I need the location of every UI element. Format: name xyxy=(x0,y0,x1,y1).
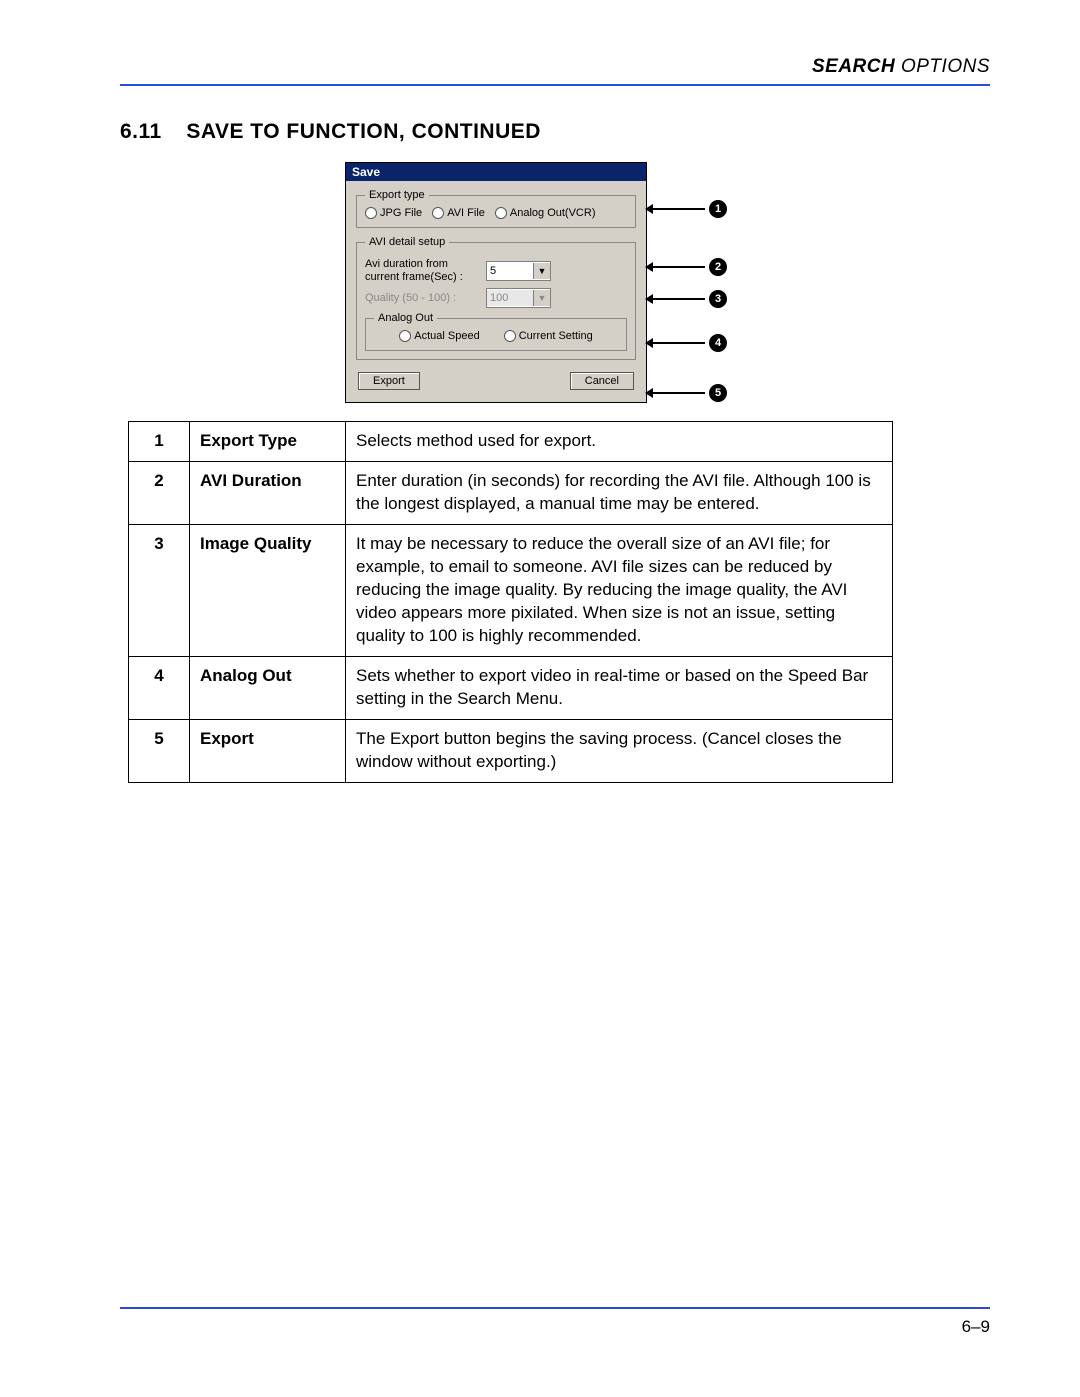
dialog-button-row: Export Cancel xyxy=(356,368,636,390)
row-name: Export Type xyxy=(190,422,346,462)
arrow-left-icon xyxy=(645,204,653,214)
section-title-text: SAVE TO FUNCTION, CONTINUED xyxy=(186,120,541,143)
dialog-body: Export type JPG File AVI File Analog Out… xyxy=(346,181,646,402)
radio-analog[interactable]: Analog Out(VCR) xyxy=(495,207,596,219)
row-description: The Export button begins the saving proc… xyxy=(346,719,893,782)
radio-avi[interactable]: AVI File xyxy=(432,207,485,219)
avi-duration-row: Avi duration from current frame(Sec) : ▼ xyxy=(365,258,627,284)
chevron-down-icon: ▼ xyxy=(533,290,550,306)
row-number: 3 xyxy=(129,525,190,657)
analog-out-legend: Analog Out xyxy=(374,312,437,324)
callout-line xyxy=(653,266,705,268)
row-name: Image Quality xyxy=(190,525,346,657)
quality-label: Quality (50 - 100) : xyxy=(365,292,480,305)
page-number: 6–9 xyxy=(120,1317,990,1337)
callout-number: 4 xyxy=(709,334,727,352)
export-type-group: Export type JPG File AVI File Analog Out… xyxy=(356,189,636,228)
radio-jpg[interactable]: JPG File xyxy=(365,207,422,219)
quality-input xyxy=(487,290,533,306)
callout-number: 3 xyxy=(709,290,727,308)
callout-number: 2 xyxy=(709,258,727,276)
avi-detail-legend: AVI detail setup xyxy=(365,236,449,248)
dialog-figure: Save Export type JPG File AVI File Analo… xyxy=(345,162,765,403)
quality-row: Quality (50 - 100) : ▼ xyxy=(365,288,627,308)
row-description: Sets whether to export video in real-tim… xyxy=(346,656,893,719)
description-table: 1Export TypeSelects method used for expo… xyxy=(128,421,893,782)
callout-line xyxy=(653,208,705,210)
callout-3: 3 xyxy=(645,290,727,308)
table-row: 2AVI DurationEnter duration (in seconds)… xyxy=(129,462,893,525)
arrow-left-icon xyxy=(645,262,653,272)
callout-number: 1 xyxy=(709,200,727,218)
table-row: 5ExportThe Export button begins the savi… xyxy=(129,719,893,782)
radio-icon xyxy=(495,207,507,219)
row-number: 5 xyxy=(129,719,190,782)
row-number: 4 xyxy=(129,656,190,719)
table-row: 4Analog OutSets whether to export video … xyxy=(129,656,893,719)
radio-icon xyxy=(432,207,444,219)
row-name: Export xyxy=(190,719,346,782)
cancel-button[interactable]: Cancel xyxy=(570,372,634,390)
callout-line xyxy=(653,392,705,394)
row-description: Selects method used for export. xyxy=(346,422,893,462)
callout-number: 5 xyxy=(709,384,727,402)
row-number: 2 xyxy=(129,462,190,525)
row-name: Analog Out xyxy=(190,656,346,719)
arrow-left-icon xyxy=(645,388,653,398)
callout-1: 1 xyxy=(645,200,727,218)
footer-rule xyxy=(120,1307,990,1309)
dialog-titlebar: Save xyxy=(346,163,646,181)
header-light: OPTIONS xyxy=(895,56,990,77)
callout-4: 4 xyxy=(645,334,727,352)
avi-detail-group: AVI detail setup Avi duration from curre… xyxy=(356,236,636,360)
arrow-left-icon xyxy=(645,338,653,348)
radio-icon xyxy=(504,330,516,342)
callout-line xyxy=(653,298,705,300)
radio-icon xyxy=(399,330,411,342)
analog-out-options: Actual Speed Current Setting xyxy=(374,330,618,342)
section-heading: 6.11 SAVE TO FUNCTION, CONTINUED xyxy=(120,120,990,144)
quality-combo: ▼ xyxy=(486,288,551,308)
running-header: SEARCH OPTIONS xyxy=(120,56,990,78)
save-dialog: Save Export type JPG File AVI File Analo… xyxy=(345,162,647,403)
section-number: 6.11 xyxy=(120,120,180,144)
radio-actual-speed[interactable]: Actual Speed xyxy=(399,330,479,342)
export-type-legend: Export type xyxy=(365,189,429,201)
header-rule xyxy=(120,84,990,86)
page: SEARCH OPTIONS 6.11 SAVE TO FUNCTION, CO… xyxy=(0,0,1080,1397)
table-row: 1Export TypeSelects method used for expo… xyxy=(129,422,893,462)
radio-icon xyxy=(365,207,377,219)
analog-out-group: Analog Out Actual Speed Current Setting xyxy=(365,312,627,351)
row-description: Enter duration (in seconds) for recordin… xyxy=(346,462,893,525)
avi-duration-label: Avi duration from current frame(Sec) : xyxy=(365,258,480,284)
row-name: AVI Duration xyxy=(190,462,346,525)
callout-5: 5 xyxy=(645,384,727,402)
page-footer: 6–9 xyxy=(120,1307,990,1337)
chevron-down-icon[interactable]: ▼ xyxy=(533,263,550,279)
export-button[interactable]: Export xyxy=(358,372,420,390)
avi-duration-combo[interactable]: ▼ xyxy=(486,261,551,281)
export-type-options: JPG File AVI File Analog Out(VCR) xyxy=(365,207,627,219)
callout-line xyxy=(653,342,705,344)
arrow-left-icon xyxy=(645,294,653,304)
radio-current-setting[interactable]: Current Setting xyxy=(504,330,593,342)
table-row: 3Image QualityIt may be necessary to red… xyxy=(129,525,893,657)
callout-2: 2 xyxy=(645,258,727,276)
header-bold: SEARCH xyxy=(812,56,895,77)
row-description: It may be necessary to reduce the overal… xyxy=(346,525,893,657)
avi-duration-input[interactable] xyxy=(487,263,533,279)
row-number: 1 xyxy=(129,422,190,462)
